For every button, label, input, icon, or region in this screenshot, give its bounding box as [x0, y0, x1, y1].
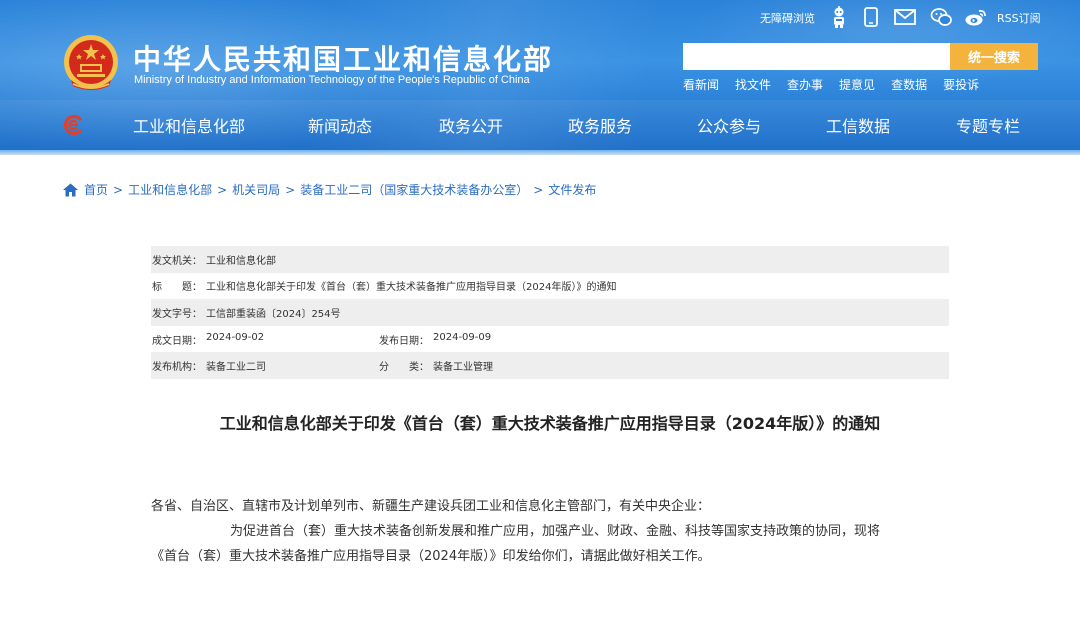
breadcrumb-separator: > [533, 182, 544, 197]
meta-label: 成文日期： [152, 335, 202, 347]
breadcrumb-departments[interactable]: 机关司局 [232, 181, 280, 198]
nav-item-data[interactable]: 工信数据 [826, 113, 890, 137]
meta-value: 工业和信息化部 [206, 255, 276, 267]
nav-item-gov-affairs[interactable]: 政务公开 [439, 113, 503, 137]
quick-link-news[interactable]: 看新闻 [683, 76, 719, 93]
breadcrumb-miit[interactable]: 工业和信息化部 [128, 181, 212, 198]
mail-icon[interactable] [894, 9, 916, 25]
accessibility-link[interactable]: 无障碍浏览 [760, 10, 815, 26]
site-title[interactable]: 中华人民共和国工业和信息化部 [133, 38, 553, 78]
meta-label: 发布日期： [379, 335, 429, 347]
meta-row-dates: 成文日期： 2024-09-02 发布日期： 2024-09-09 [151, 326, 949, 353]
weibo-icon[interactable] [964, 7, 988, 27]
meta-value: 2024-09-09 [433, 331, 492, 343]
meta-row-doc-no: 发文字号： 工信部重装函〔2024〕254号 [151, 299, 949, 326]
document-meta-table: 发文机关： 工业和信息化部 标 题： 工业和信息化部关于印发《首台（套）重大技术… [151, 246, 949, 379]
rss-link[interactable]: RSS订阅 [997, 10, 1041, 26]
site-subtitle: Ministry of Industry and Information Tec… [134, 74, 530, 86]
search-input[interactable] [683, 43, 950, 70]
meta-cell-published: 发布日期： 2024-09-09 [378, 332, 491, 347]
meta-value: 工业和信息化部关于印发《首台（套）重大技术装备推广应用指导目录（2024年版）》… [206, 282, 617, 294]
meta-row-issuer: 发文机关： 工业和信息化部 [151, 246, 949, 273]
meta-value: 2024-09-02 [206, 331, 265, 343]
meta-cell-agency: 发布机构： 装备工业二司 [151, 358, 378, 373]
document-salutation: 各省、自治区、直辖市及计划单列市、新疆生产建设兵团工业和信息化主管部门，有关中央… [151, 499, 711, 514]
phone-icon[interactable] [863, 7, 879, 27]
nav-item-miit[interactable]: 工业和信息化部 [133, 113, 245, 137]
meta-row-agency: 发布机构： 装备工业二司 分 类： 装备工业管理 [151, 352, 949, 379]
breadcrumb: 首页 > 工业和信息化部 > 机关司局 > 装备工业二司（国家重大技术装备办公室… [63, 181, 596, 198]
search-button[interactable]: 统一搜索 [950, 43, 1038, 70]
meta-label: 发布机构： [152, 362, 202, 374]
quick-link-services[interactable]: 查办事 [787, 76, 823, 93]
meta-cell-created: 成文日期： 2024-09-02 [151, 332, 378, 347]
meta-label: 标 题： [152, 282, 202, 294]
document-heading: 工业和信息化部关于印发《首台（套）重大技术装备推广应用指导目录（2024年版）》… [219, 414, 881, 433]
nav-item-news[interactable]: 新闻动态 [308, 113, 372, 137]
breadcrumb-separator: > [217, 182, 228, 197]
site-header: 中华人民共和国工业和信息化部 Ministry of Industry and … [0, 0, 1080, 155]
meta-label: 发文机关： [152, 255, 202, 267]
breadcrumb-equipment-dept[interactable]: 装备工业二司（国家重大技术装备办公室） [300, 181, 528, 198]
breadcrumb-file-release[interactable]: 文件发布 [548, 181, 596, 198]
quick-link-data[interactable]: 查数据 [891, 76, 927, 93]
meta-value: 装备工业管理 [433, 362, 493, 374]
quick-links: 看新闻 找文件 查办事 提意见 查数据 要投诉 [683, 76, 995, 93]
breadcrumb-home[interactable]: 首页 [84, 181, 108, 198]
meta-value: 装备工业二司 [206, 362, 266, 374]
meta-cell-category: 分 类： 装备工业管理 [378, 358, 493, 373]
document-body-line: 为促进首台（套）重大技术装备创新发展和推广应用，加强产业、财政、金融、科技等国家… [230, 524, 881, 539]
nav-item-participation[interactable]: 公众参与 [697, 113, 761, 137]
quick-link-files[interactable]: 找文件 [735, 76, 771, 93]
meta-row-title: 标 题： 工业和信息化部关于印发《首台（套）重大技术装备推广应用指导目录（202… [151, 273, 949, 300]
quick-link-complaint[interactable]: 要投诉 [943, 76, 979, 93]
wechat-icon[interactable] [930, 7, 952, 27]
header-divider [0, 150, 1080, 155]
national-emblem-icon[interactable] [63, 34, 119, 92]
breadcrumb-separator: > [113, 182, 124, 197]
meta-value: 工信部重装函〔2024〕254号 [206, 308, 341, 320]
quick-link-feedback[interactable]: 提意见 [839, 76, 875, 93]
meta-label: 分 类： [379, 362, 429, 374]
document-body-line: 《首台（套）重大技术装备推广应用指导目录（2024年版）》印发给你们，请据此做好… [151, 549, 711, 564]
robot-icon[interactable] [829, 6, 849, 28]
nav-item-topics[interactable]: 专题专栏 [956, 113, 1020, 137]
main-nav: 工业和信息化部 新闻动态 政务公开 政务服务 公众参与 工信数据 专题专栏 [0, 113, 1080, 137]
home-icon[interactable] [63, 183, 78, 197]
nav-item-services[interactable]: 政务服务 [568, 113, 632, 137]
meta-label: 发文字号： [152, 308, 202, 320]
breadcrumb-separator: > [285, 182, 296, 197]
